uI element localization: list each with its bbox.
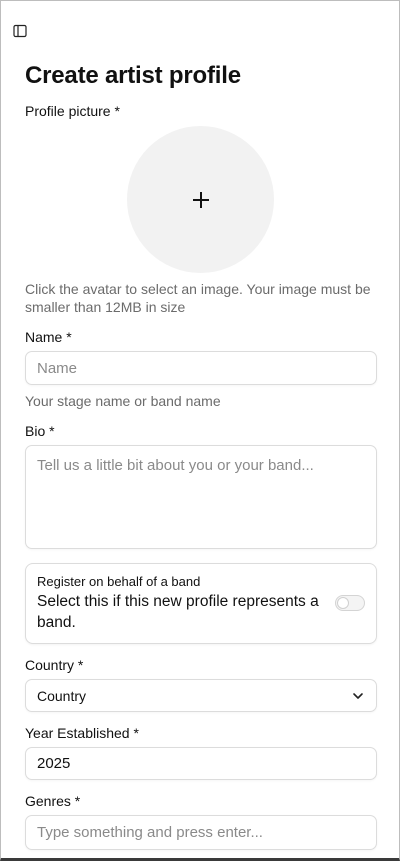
band-option-description: Select this if this new profile represen…	[37, 593, 319, 631]
plus-icon	[192, 191, 209, 208]
toggle-knob	[337, 597, 349, 609]
bio-textarea[interactable]	[25, 445, 377, 549]
profile-picture-help: Click the avatar to select an image. You…	[25, 281, 371, 315]
avatar-upload-button[interactable]	[127, 126, 274, 273]
band-option-card: Register on behalf of a band Select this…	[25, 563, 377, 644]
year-label: Year Established *	[25, 725, 139, 741]
name-input[interactable]	[25, 351, 377, 385]
bio-label: Bio *	[25, 423, 55, 439]
genres-input[interactable]	[25, 815, 377, 850]
year-input[interactable]	[25, 747, 377, 780]
chevron-down-icon	[353, 693, 363, 699]
name-help: Your stage name or band name	[25, 393, 221, 409]
country-label: Country *	[25, 657, 84, 673]
band-toggle-switch[interactable]	[335, 595, 365, 611]
band-option-title: Register on behalf of a band	[37, 574, 201, 589]
profile-picture-label: Profile picture *	[25, 103, 120, 119]
country-selected-value: Country	[37, 688, 87, 704]
page-title: Create artist profile	[25, 62, 241, 89]
name-label: Name *	[25, 329, 72, 345]
country-select[interactable]: Country	[25, 679, 377, 712]
app-window: Create artist profile Profile picture * …	[0, 0, 400, 861]
genres-label: Genres *	[25, 793, 81, 809]
sidebar-toggle-icon[interactable]	[12, 23, 28, 39]
sidebar-panel-icon	[13, 24, 27, 38]
